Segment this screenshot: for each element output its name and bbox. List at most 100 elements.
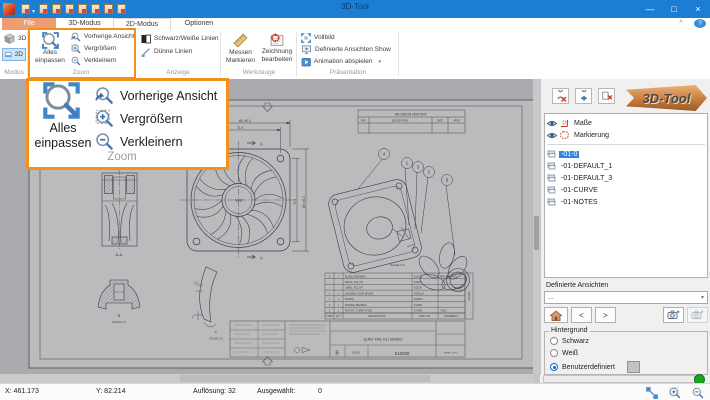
dim-right-inner: 71.5 xyxy=(293,199,297,205)
camera-add-icon xyxy=(667,309,680,321)
title-bar: ▾ 3D-Tool — □ × xyxy=(0,0,710,18)
home-icon xyxy=(550,310,562,321)
layer-item-01-0[interactable]: -01-0 xyxy=(547,148,705,160)
ribbon-3d-button[interactable]: 3D xyxy=(2,32,30,45)
panel-tool-button-1[interactable] xyxy=(552,88,569,104)
layer-item-01-notes[interactable]: -01-NOTES xyxy=(547,196,705,208)
defined-views-label: Definierte Ansichten xyxy=(546,282,608,289)
next-view-button[interactable]: > xyxy=(595,307,616,323)
dim-right-outer: 80 ±0.1 xyxy=(302,196,306,208)
canvas-vscroll-thumb[interactable] xyxy=(534,216,539,250)
popup-fit-all-button[interactable] xyxy=(43,82,80,124)
panel-tool-button-3[interactable] xyxy=(598,88,615,104)
svg-text:DATE: DATE xyxy=(437,120,444,123)
tree-divider xyxy=(547,144,705,145)
popup-group-label-zoom: Zoom xyxy=(87,151,157,163)
layer-item-01-default-1[interactable]: -01-DEFAULT_1 xyxy=(547,160,705,172)
zoom-out-icon xyxy=(95,132,114,151)
svg-text:DESCRIPTION: DESCRIPTION xyxy=(368,315,385,318)
popup-prev-view-button[interactable]: Vorherige Ansicht xyxy=(95,86,217,105)
minimize-button[interactable]: — xyxy=(638,0,662,18)
status-zoom-in-button[interactable] xyxy=(668,386,681,399)
svg-text:B: B xyxy=(118,313,121,318)
zoom-group-callout: Alles einpassen Vorherige Ansicht Vergrö… xyxy=(26,78,229,170)
bw-lines-icon xyxy=(141,34,151,44)
svg-text:6110PG: 6110PG xyxy=(414,298,423,301)
radio-selected-icon[interactable] xyxy=(550,363,558,371)
animation-dropdown-caret-icon[interactable]: ▾ xyxy=(379,59,382,65)
svg-text:A-A: A-A xyxy=(116,252,123,257)
svg-text:COMMENTS: COMMENTS xyxy=(444,315,459,318)
layer-item-01-curve[interactable]: -01-CURVE xyxy=(547,184,705,196)
svg-text:612000: 612000 xyxy=(395,351,410,356)
radio-icon[interactable] xyxy=(550,337,558,345)
ribbon-defined-views-show-button[interactable]: Definierte Ansichten Show xyxy=(301,44,391,55)
ribbon-2d-button[interactable]: 2D xyxy=(2,48,26,61)
status-fit-view-button[interactable] xyxy=(645,386,658,399)
delete-item-icon xyxy=(601,90,613,102)
ribbon-thin-lines-button[interactable]: Dünne Linien xyxy=(141,46,192,57)
collapse-ribbon-icon[interactable]: ^ xyxy=(674,18,688,30)
svg-text:80 ±0.1: 80 ±0.1 xyxy=(239,119,251,123)
eye-icon[interactable] xyxy=(547,120,557,127)
add-view-button[interactable] xyxy=(663,307,684,323)
ribbon-edit-drawing-button[interactable]: Zeichnung bearbeiten xyxy=(259,32,295,64)
ribbon-measure-button[interactable]: Messen Markieren xyxy=(224,32,257,65)
defined-views-dropdown[interactable]: ... ▾ xyxy=(544,291,708,304)
canvas-horizontal-scrollbar[interactable] xyxy=(0,374,533,383)
custom-color-swatch[interactable] xyxy=(627,361,640,373)
zoom-in-icon xyxy=(95,109,114,128)
tree-item-markierung[interactable]: Markierung xyxy=(547,129,705,141)
ribbon-play-animation-button[interactable]: Animation abspielen ▾ xyxy=(301,56,381,67)
radio-icon[interactable] xyxy=(550,349,558,357)
help-icon[interactable]: ? xyxy=(694,19,706,28)
status-resolution: Auflösung: 32 xyxy=(193,388,236,395)
svg-text:LABEL, R11_OP: LABEL, R11_OP xyxy=(345,287,363,290)
status-selected-value: 0 xyxy=(318,388,322,395)
zoom-previous-icon xyxy=(95,86,114,105)
panel-tool-button-2[interactable] xyxy=(575,88,592,104)
import-item-icon xyxy=(578,90,590,102)
play-animation-icon xyxy=(301,57,311,67)
svg-text:DESCRIPTION: DESCRIPTION xyxy=(392,120,409,123)
svg-text:ITEM: ITEM xyxy=(327,315,333,318)
status-x-coordinate: X: 461.173 xyxy=(5,388,39,395)
maximize-button[interactable]: □ xyxy=(662,0,686,18)
tab-optionen[interactable]: Optionen xyxy=(171,18,227,30)
home-view-button[interactable] xyxy=(544,307,568,323)
panel-slider-track[interactable] xyxy=(543,375,695,383)
ribbon-bw-lines-button[interactable]: Schwarz/Weiße Linien xyxy=(141,33,219,44)
svg-text:612311: 612311 xyxy=(414,281,422,284)
chevron-down-icon: ▾ xyxy=(701,294,704,301)
ribbon-fullscreen-button[interactable]: Vollbild xyxy=(301,32,335,43)
svg-text:612000: 612000 xyxy=(467,291,471,301)
remove-view-button[interactable] xyxy=(687,307,708,323)
status-zoom-out-button[interactable] xyxy=(691,386,704,399)
svg-text:612310: 612310 xyxy=(414,287,423,290)
delete-marked-icon xyxy=(555,90,567,102)
layer-item-01-default-3[interactable]: -01-DEFAULT_3 xyxy=(547,172,705,184)
background-option-schwarz[interactable]: Schwarz xyxy=(550,337,589,345)
close-button[interactable]: × xyxy=(686,0,710,18)
svg-text:HOUSING, FOUR SPOKE: HOUSING, FOUR SPOKE xyxy=(345,292,374,295)
previous-view-button[interactable]: < xyxy=(571,307,592,323)
background-option-weiss[interactable]: Weiß xyxy=(550,349,578,357)
background-groupbox: Hintergrund Schwarz Weiß Benutzerdefinie… xyxy=(544,331,708,375)
group-label-modus: Modus xyxy=(0,69,28,76)
window-title: 3D-Tool xyxy=(0,2,710,11)
status-selected-label: Ausgewählt: xyxy=(257,388,295,395)
group-label-praesentation: Präsentation xyxy=(299,69,397,76)
canvas-vertical-scrollbar[interactable] xyxy=(533,79,540,374)
svg-text:REV: REV xyxy=(361,120,366,123)
eye-icon[interactable] xyxy=(547,132,557,139)
popup-zoom-out-button[interactable]: Verkleinern xyxy=(95,132,183,151)
fit-arrows-icon xyxy=(646,387,658,399)
svg-text:SPACER, BEARING: SPACER, BEARING xyxy=(345,304,367,307)
tree-item-masse[interactable]: Maße xyxy=(547,117,705,129)
svg-text:PRE-BALANCE: PRE-BALANCE xyxy=(440,275,457,278)
scrollbar-corner xyxy=(533,374,540,383)
popup-fit-all-label[interactable]: Alles einpassen xyxy=(31,121,95,151)
popup-zoom-in-button[interactable]: Vergrößern xyxy=(95,109,183,128)
canvas-hscroll-thumb[interactable] xyxy=(180,375,430,382)
background-option-benutzerdefiniert[interactable]: Benutzerdefiniert xyxy=(550,361,640,373)
